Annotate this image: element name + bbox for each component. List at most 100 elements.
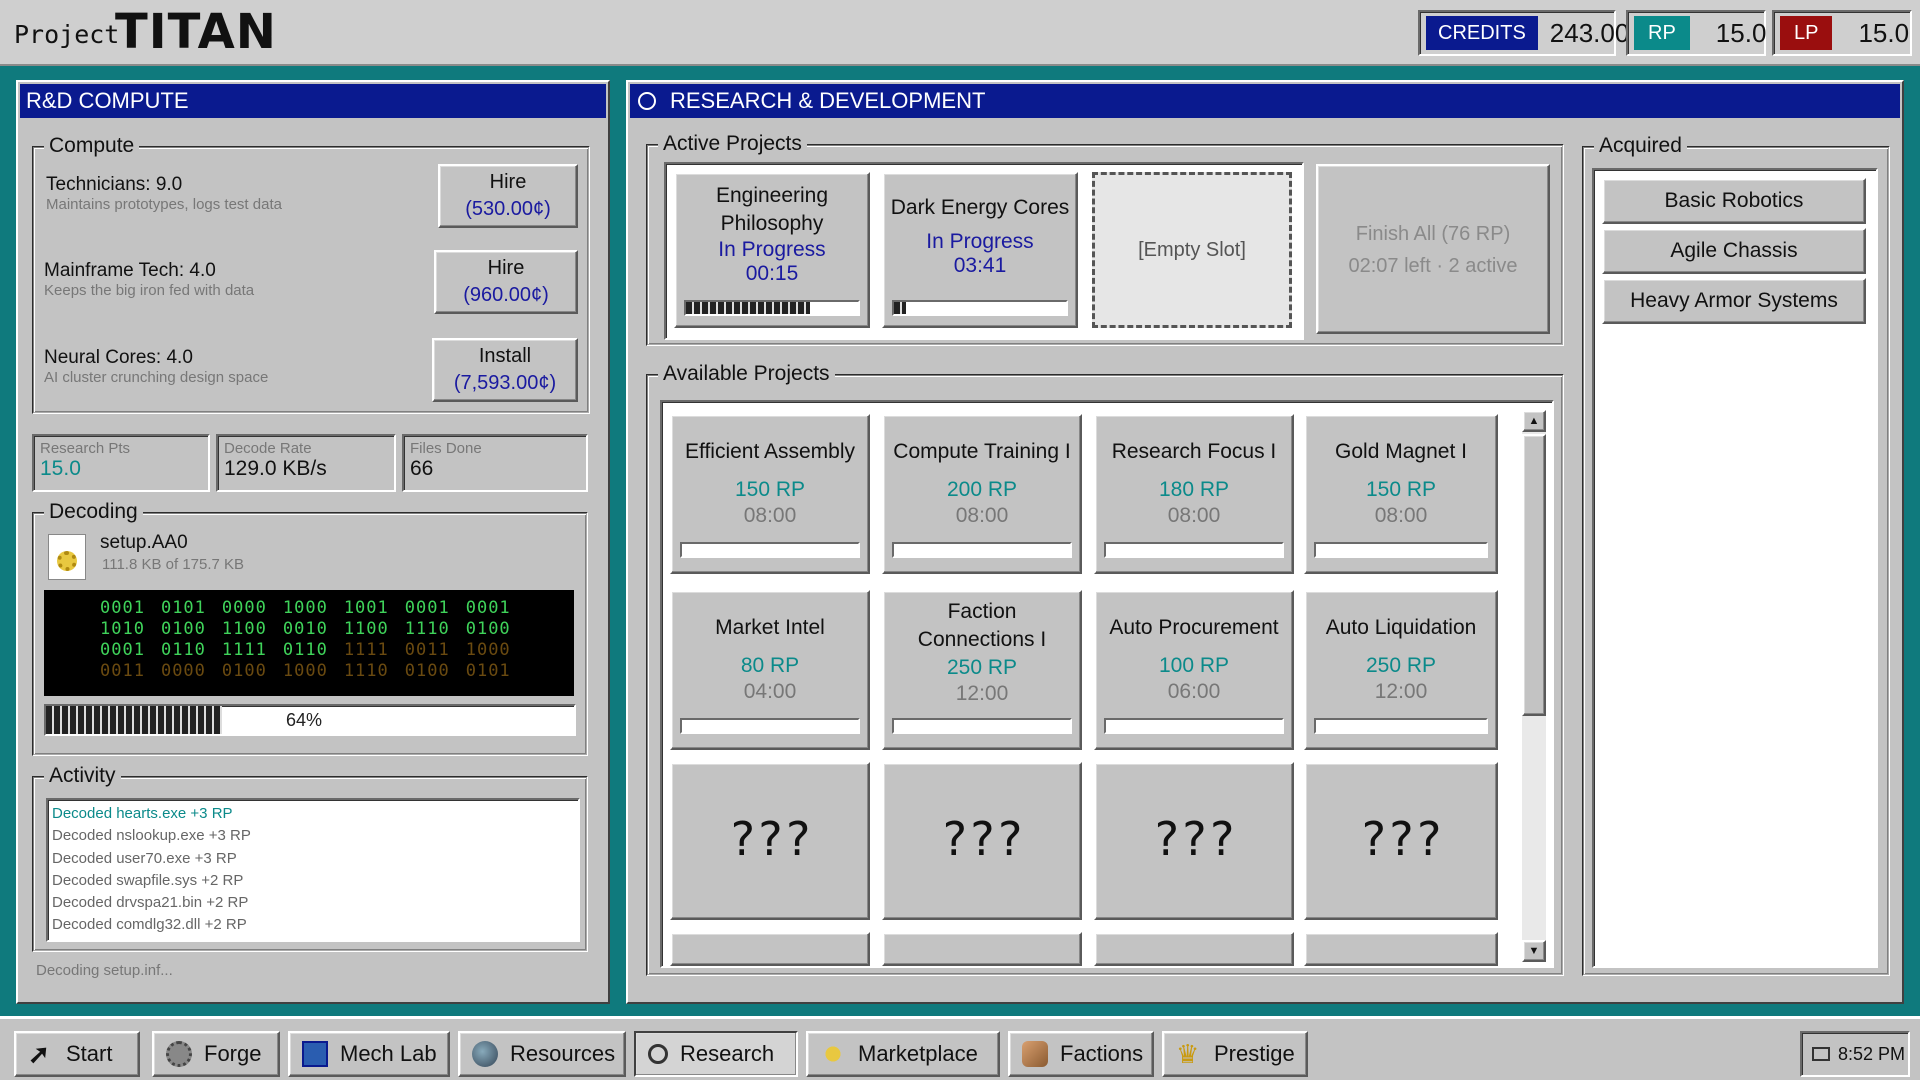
taskbar-item-label: Prestige — [1214, 1041, 1295, 1066]
project-cost: 100 RP — [1158, 654, 1230, 677]
project-progress — [1314, 718, 1488, 734]
project-duration: 08:00 — [743, 504, 797, 527]
taskbar-item-forge[interactable]: Forge — [152, 1031, 280, 1077]
technicians-desc: Maintains prototypes, logs test data — [46, 196, 282, 213]
binary-word: 0001 — [465, 598, 511, 618]
project-progress — [1104, 542, 1284, 558]
project-progress — [680, 542, 860, 558]
project-cost: 200 RP — [946, 478, 1018, 501]
scroll-thumb[interactable] — [1522, 434, 1546, 716]
binary-word: 0100 — [404, 661, 450, 681]
brand-prefix: Project — [14, 20, 120, 49]
project-card[interactable]: Auto Procurement 100 RP 06:00 — [1094, 590, 1294, 750]
taskbar-item-marketplace[interactable]: Marketplace — [806, 1031, 1000, 1077]
project-cost: 150 RP — [734, 478, 806, 501]
scroll-up-arrow-icon[interactable]: ▲ — [1522, 410, 1546, 432]
empty-slot-label: [Empty Slot] — [1138, 239, 1246, 261]
compute-titlebar: R&D COMPUTE — [20, 84, 606, 118]
handshake-icon — [1022, 1041, 1048, 1067]
acquired-item[interactable]: Heavy Armor Systems — [1602, 278, 1866, 324]
binary-row: 0001 0110 1111 0110 1111 0011 1000 — [100, 640, 574, 661]
active-project-progress — [892, 300, 1068, 316]
project-progress — [1104, 718, 1284, 734]
compute-row-technicians: Technicians: 9.0 Maintains prototypes, l… — [46, 174, 282, 213]
activity-item: Decoded nslookup.exe +3 RP — [52, 827, 251, 845]
install-neural-cost: (7,593.00¢) — [453, 372, 557, 394]
project-progress — [892, 542, 1072, 558]
activity-log: Decoded hearts.exe +3 RP Decoded nslooku… — [46, 798, 580, 942]
project-card[interactable]: Compute Training I 200 RP 08:00 — [882, 414, 1082, 574]
taskbar-item-factions[interactable]: Factions — [1008, 1031, 1154, 1077]
binary-word: 0011 — [404, 640, 450, 660]
decoding-file-size: 111.8 KB of 175.7 KB — [102, 556, 245, 573]
decoding-file-name: setup.AA0 — [100, 532, 188, 553]
active-project-progress-fill — [686, 302, 810, 314]
project-name: Compute Training I — [893, 440, 1071, 463]
decoding-progress: 64% — [44, 704, 576, 736]
project-card[interactable]: Gold Magnet I 150 RP 08:00 — [1304, 414, 1498, 574]
monitor-icon — [302, 1041, 328, 1067]
project-duration: 12:00 — [1374, 680, 1428, 703]
hire-technician-label: Hire — [489, 171, 527, 193]
hire-mainframe-button[interactable]: Hire (960.00¢) — [434, 250, 578, 314]
active-project-card[interactable]: Engineering Philosophy In Progress 00:15 — [674, 172, 870, 328]
binary-word: 0100 — [465, 619, 511, 639]
tray-monitor-icon — [1812, 1047, 1830, 1061]
locked-project-card — [1304, 932, 1498, 966]
status-footer: Decoding setup.inf... — [36, 962, 173, 979]
binary-word: 0101 — [160, 598, 206, 618]
binary-word: 1100 — [221, 619, 267, 639]
compute-row-neural: Neural Cores: 4.0 AI cluster crunching d… — [44, 347, 268, 386]
finish-all-label: Finish All (76 RP) — [1355, 223, 1511, 245]
install-neural-button[interactable]: Install (7,593.00¢) — [432, 338, 578, 402]
binary-matrix: 0001 0101 0000 1000 1001 0001 0001 1010 0100 1100… — [44, 590, 574, 696]
taskbar-item-research[interactable]: Research — [634, 1031, 798, 1077]
project-name: Research Focus I — [1111, 440, 1277, 463]
binary-word: 1000 — [465, 640, 511, 660]
active-project-card[interactable]: Dark Energy Cores In Progress 03:41 — [882, 172, 1078, 328]
project-card[interactable]: Market Intel 80 RP 04:00 — [670, 590, 870, 750]
activity-item: Decoded comdlg32.dll +2 RP — [52, 916, 247, 934]
project-card[interactable]: Efficient Assembly 150 RP 08:00 — [670, 414, 870, 574]
project-card[interactable]: Auto Liquidation 250 RP 12:00 — [1304, 590, 1498, 750]
taskbar-item-resources[interactable]: Resources — [458, 1031, 626, 1077]
stat-decode-rate: Decode Rate 129.0 KB/s — [216, 434, 396, 492]
binary-word: 1111 — [221, 640, 267, 660]
taskbar-item-mech-lab[interactable]: Mech Lab — [288, 1031, 450, 1077]
scroll-down-arrow-icon[interactable]: ▼ — [1522, 940, 1546, 962]
acquired-item[interactable]: Basic Robotics — [1602, 178, 1866, 224]
start-label: Start — [66, 1041, 113, 1066]
locked-project-card — [1094, 932, 1294, 966]
brand-title: TITAN — [115, 4, 277, 60]
project-card[interactable]: Research Focus I 180 RP 08:00 — [1094, 414, 1294, 574]
binary-word: 0000 — [221, 598, 267, 618]
project-cost: 250 RP — [1365, 654, 1437, 677]
project-cost: 80 RP — [740, 654, 800, 677]
binary-word: 1010 — [100, 619, 145, 639]
project-progress — [680, 718, 860, 734]
stat-research-pts: Research Pts 15.0 — [32, 434, 210, 492]
finish-all-button[interactable]: Finish All (76 RP) 02:07 left · 2 active — [1316, 164, 1550, 334]
active-project-name: Engineering Philosophy — [715, 184, 829, 235]
taskbar-item-prestige[interactable]: ♛ Prestige — [1162, 1031, 1308, 1077]
project-name: Faction Connections I — [917, 600, 1047, 651]
start-button[interactable]: ➚ Start — [14, 1031, 140, 1077]
available-scrollbar[interactable]: ▲ ▼ — [1522, 410, 1546, 962]
top-bar: Project TITAN CREDITS 243.00 RP 15.0 LP … — [0, 0, 1920, 66]
acquired-item[interactable]: Agile Chassis — [1602, 228, 1866, 274]
hire-mainframe-label: Hire — [487, 257, 525, 279]
active-project-status: In Progress — [926, 230, 1034, 253]
project-card[interactable]: Faction Connections I 250 RP 12:00 — [882, 590, 1082, 750]
available-projects-label: Available Projects — [658, 362, 835, 386]
neural-label: Neural Cores: 4.0 — [44, 347, 193, 368]
clock-time: 8:52 PM — [1838, 1043, 1906, 1064]
coins-icon — [820, 1041, 846, 1067]
project-duration: 12:00 — [955, 682, 1009, 705]
activity-item: Decoded swapfile.sys +2 RP — [52, 871, 244, 889]
hire-technician-button[interactable]: Hire (530.00¢) — [438, 164, 578, 228]
locked-project-card — [882, 932, 1082, 966]
binary-word: 1001 — [343, 598, 389, 618]
empty-slot[interactable]: [Empty Slot] — [1092, 172, 1292, 328]
active-project-status: In Progress — [718, 238, 826, 261]
locked-project-card: ??? — [670, 762, 870, 920]
